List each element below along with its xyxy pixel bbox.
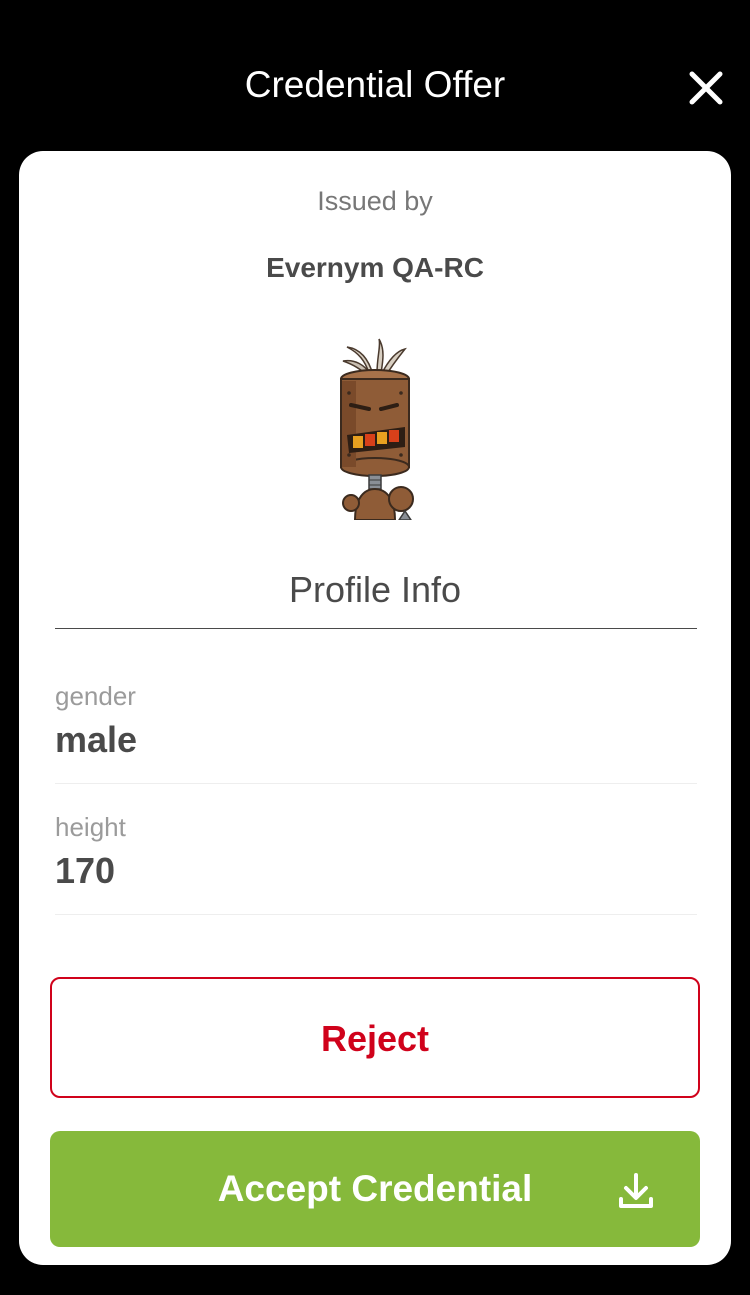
close-icon bbox=[689, 71, 723, 105]
close-button[interactable] bbox=[682, 64, 730, 112]
issuer-avatar bbox=[325, 335, 425, 521]
header: Credential Offer bbox=[0, 0, 750, 150]
attribute-value-height: 170 bbox=[55, 850, 116, 891]
attribute-value-gender: male bbox=[55, 719, 138, 760]
accept-credential-button[interactable]: Accept Credential bbox=[50, 1131, 700, 1247]
page-title: Credential Offer bbox=[244, 64, 506, 105]
credential-name: Profile Info bbox=[288, 569, 462, 610]
reject-button[interactable]: Reject bbox=[50, 977, 700, 1098]
attribute-divider bbox=[55, 783, 697, 784]
issuer-name: Evernym QA-RC bbox=[266, 252, 484, 283]
attribute-divider bbox=[55, 914, 697, 915]
reject-button-label: Reject bbox=[320, 1018, 430, 1059]
divider bbox=[55, 628, 697, 629]
issued-by-label: Issued by bbox=[317, 186, 433, 216]
attribute-label-gender: gender bbox=[55, 681, 136, 711]
attribute-label-height: height bbox=[55, 812, 126, 842]
accept-button-label: Accept Credential bbox=[217, 1168, 533, 1209]
robot-avatar-icon bbox=[340, 338, 414, 521]
download-icon bbox=[619, 1173, 653, 1208]
